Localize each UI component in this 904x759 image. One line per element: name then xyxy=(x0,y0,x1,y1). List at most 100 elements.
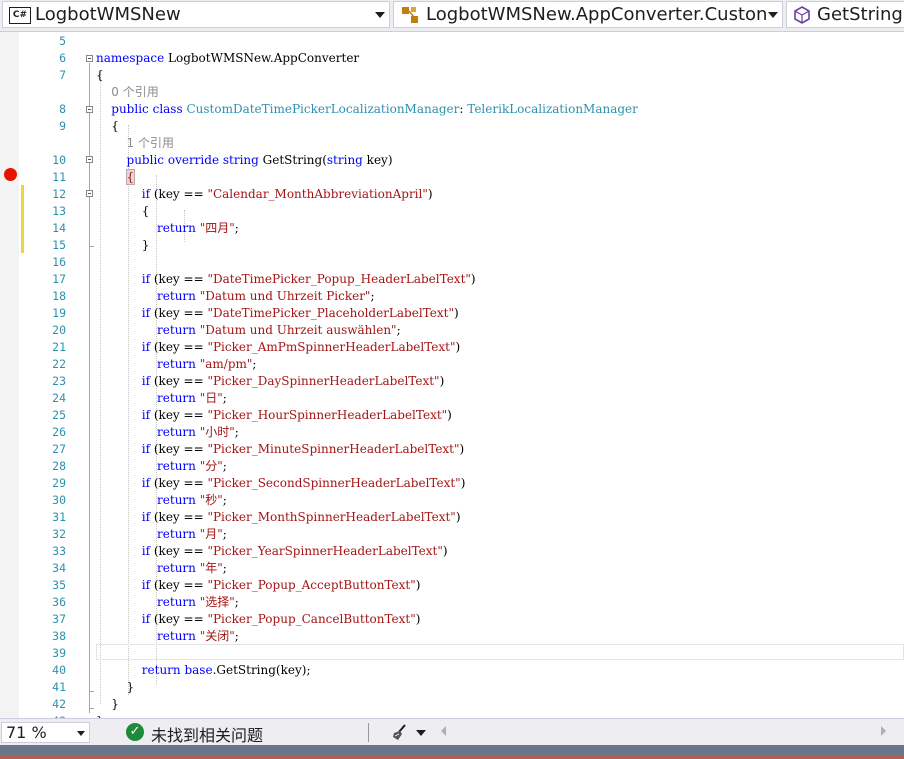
code-text: return "Datum und Uhrzeit Picker"; xyxy=(157,289,375,303)
code-line[interactable]: 6 namespace LogbotWMSNew.AppConverter xyxy=(0,50,904,67)
codelens-reference-count[interactable]: 0 个引用 xyxy=(96,84,158,101)
code-line[interactable]: 35 if (key == "Picker_Popup_AcceptButton… xyxy=(0,577,904,594)
code-text: return "Datum und Uhrzeit auswählen"; xyxy=(157,323,401,337)
line-number: 23 xyxy=(52,374,66,388)
code-text: if (key == "Picker_Popup_CancelButtonTex… xyxy=(141,612,421,626)
code-text: } xyxy=(96,680,135,694)
line-number: 37 xyxy=(52,612,66,626)
code-text: { xyxy=(125,169,136,185)
code-line[interactable]: 40 return base.GetString(key); xyxy=(0,662,904,679)
code-line[interactable]: 14 return "四月"; xyxy=(0,220,904,237)
code-text: if (key == "Picker_MonthSpinnerHeaderLab… xyxy=(141,510,461,524)
code-line[interactable]: 28 return "分"; xyxy=(0,458,904,475)
member-dropdown-label: GetString( xyxy=(817,4,904,25)
code-text: return base.GetString(key); xyxy=(141,663,311,677)
code-line[interactable]: 30 return "秒"; xyxy=(0,492,904,509)
code-line[interactable]: 23 if (key == "Picker_DaySpinnerHeaderLa… xyxy=(0,373,904,390)
code-line[interactable]: 12 if (key == "Calendar_MonthAbbreviatio… xyxy=(0,186,904,203)
code-text: if (key == "Picker_MinuteSpinnerHeaderLa… xyxy=(141,442,465,456)
code-line[interactable]: 17 if (key == "DateTimePicker_Popup_Head… xyxy=(0,271,904,288)
line-number: 28 xyxy=(52,459,66,473)
code-line[interactable]: 7{ xyxy=(0,67,904,84)
chevron-down-icon[interactable] xyxy=(375,12,385,18)
code-line[interactable]: 31 if (key == "Picker_MonthSpinnerHeader… xyxy=(0,509,904,526)
code-line[interactable]: 41 } xyxy=(0,679,904,696)
code-line[interactable]: 19 if (key == "DateTimePicker_Placeholde… xyxy=(0,305,904,322)
line-number: 32 xyxy=(52,527,66,541)
code-line[interactable]: 38 return "关闭"; xyxy=(0,628,904,645)
code-line[interactable]: 5 xyxy=(0,33,904,50)
code-line[interactable]: 16 xyxy=(0,254,904,271)
code-line[interactable]: 18 return "Datum und Uhrzeit Picker"; xyxy=(0,288,904,305)
navigation-bar: C# LogbotWMSNew LogbotWMSNew.AppConverte… xyxy=(0,0,904,32)
code-line[interactable]: 20 return "Datum und Uhrzeit auswählen"; xyxy=(0,322,904,339)
code-line[interactable]: 9 { xyxy=(0,118,904,135)
code-text: if (key == "Calendar_MonthAbbreviationAp… xyxy=(141,187,433,201)
line-number: 16 xyxy=(52,255,66,269)
code-text: } xyxy=(96,238,150,252)
code-text: if (key == "Picker_AmPmSpinnerHeaderLabe… xyxy=(141,340,461,354)
status-separator xyxy=(368,723,369,742)
project-dropdown[interactable]: C# LogbotWMSNew xyxy=(2,1,390,28)
zoom-dropdown[interactable]: 71 % xyxy=(1,722,90,743)
chevron-down-icon[interactable] xyxy=(77,731,85,736)
line-number: 8 xyxy=(59,102,66,116)
code-line[interactable]: 11 { xyxy=(0,169,904,186)
codelens-reference-count[interactable]: 1 个引用 xyxy=(96,135,174,152)
code-text: { xyxy=(96,119,119,133)
code-line[interactable]: 39 xyxy=(0,645,904,662)
chevron-down-icon[interactable] xyxy=(768,12,778,18)
code-line[interactable]: 0 个引用 xyxy=(0,84,904,101)
chevron-down-icon[interactable] xyxy=(416,730,426,736)
line-number: 41 xyxy=(52,680,66,694)
code-line[interactable]: 27 if (key == "Picker_MinuteSpinnerHeade… xyxy=(0,441,904,458)
code-line[interactable]: 34 return "年"; xyxy=(0,560,904,577)
code-line[interactable]: 1 个引用 xyxy=(0,135,904,152)
code-text: return "月"; xyxy=(157,527,227,541)
code-line[interactable]: 33 if (key == "Picker_YearSpinnerHeaderL… xyxy=(0,543,904,560)
line-number: 36 xyxy=(52,595,66,609)
code-text: if (key == "DateTimePicker_Popup_HeaderL… xyxy=(141,272,476,286)
window-bottom-strip xyxy=(0,745,904,759)
code-line[interactable]: 15 } xyxy=(0,237,904,254)
code-line[interactable]: 37 if (key == "Picker_Popup_CancelButton… xyxy=(0,611,904,628)
line-number: 27 xyxy=(52,442,66,456)
code-text: return "分"; xyxy=(157,459,227,473)
code-line[interactable]: 25 if (key == "Picker_HourSpinnerHeaderL… xyxy=(0,407,904,424)
code-line[interactable]: 10 public override string GetString(stri… xyxy=(0,152,904,169)
zoom-level: 71 % xyxy=(6,723,47,742)
scroll-left-arrow-icon[interactable] xyxy=(441,726,446,736)
line-number: 21 xyxy=(52,340,66,354)
line-number: 40 xyxy=(52,663,66,677)
code-text: return "小时"; xyxy=(157,425,239,439)
code-text: return "关闭"; xyxy=(157,629,239,643)
line-number: 22 xyxy=(52,357,66,371)
code-line[interactable]: 24 return "日"; xyxy=(0,390,904,407)
line-number: 20 xyxy=(52,323,66,337)
code-line[interactable]: 42 } xyxy=(0,696,904,713)
code-text: if (key == "Picker_YearSpinnerHeaderLabe… xyxy=(141,544,448,558)
method-icon xyxy=(794,6,810,24)
line-number: 11 xyxy=(52,170,66,184)
editor-status-bar: 71 % ✓ 未找到相关问题 xyxy=(0,718,904,746)
line-number: 30 xyxy=(52,493,66,507)
code-line[interactable]: 26 return "小时"; xyxy=(0,424,904,441)
code-line[interactable]: 21 if (key == "Picker_AmPmSpinnerHeaderL… xyxy=(0,339,904,356)
member-dropdown[interactable]: GetString( xyxy=(786,1,904,28)
type-dropdown[interactable]: LogbotWMSNew.AppConverter.Custon xyxy=(393,1,783,28)
code-line[interactable]: 8 public class CustomDateTimePickerLocal… xyxy=(0,101,904,118)
code-line[interactable]: 29 if (key == "Picker_SecondSpinnerHeade… xyxy=(0,475,904,492)
scroll-right-arrow-icon[interactable] xyxy=(881,726,886,736)
code-line[interactable]: 32 return "月"; xyxy=(0,526,904,543)
code-line[interactable]: 22 return "am/pm"; xyxy=(0,356,904,373)
line-number: 5 xyxy=(59,34,66,48)
code-editor[interactable]: 5 6 namespace LogbotWMSNew.AppConverter 7{ … xyxy=(0,32,904,718)
line-number: 12 xyxy=(52,187,66,201)
code-cleanup-button[interactable] xyxy=(390,722,430,743)
line-number: 34 xyxy=(52,561,66,575)
code-line[interactable]: 13 { xyxy=(0,203,904,220)
code-line[interactable]: 36 return "选择"; xyxy=(0,594,904,611)
line-number: 14 xyxy=(52,221,66,235)
project-dropdown-label: LogbotWMSNew xyxy=(35,4,181,25)
csharp-project-icon: C# xyxy=(9,7,31,24)
